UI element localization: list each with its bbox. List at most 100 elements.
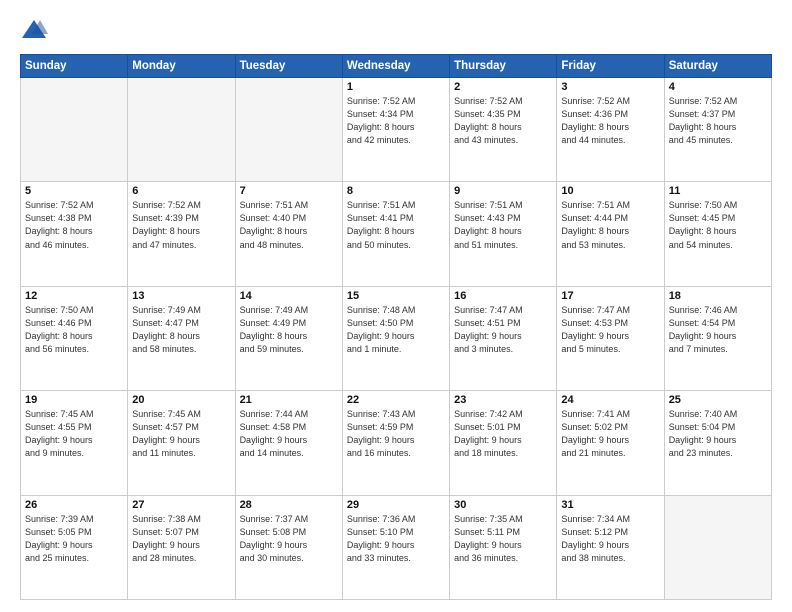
day-header-tuesday: Tuesday: [235, 55, 342, 78]
calendar-cell: 31Sunrise: 7:34 AMSunset: 5:12 PMDayligh…: [557, 495, 664, 599]
day-info: Sunrise: 7:45 AMSunset: 4:57 PMDaylight:…: [132, 408, 230, 460]
day-number: 7: [240, 185, 338, 197]
day-info: Sunrise: 7:51 AMSunset: 4:43 PMDaylight:…: [454, 199, 552, 251]
day-number: 20: [132, 394, 230, 406]
day-info: Sunrise: 7:41 AMSunset: 5:02 PMDaylight:…: [561, 408, 659, 460]
day-number: 12: [25, 290, 123, 302]
header: [20, 16, 772, 44]
day-info: Sunrise: 7:50 AMSunset: 4:45 PMDaylight:…: [669, 199, 767, 251]
day-header-thursday: Thursday: [450, 55, 557, 78]
calendar-week-5: 26Sunrise: 7:39 AMSunset: 5:05 PMDayligh…: [21, 495, 772, 599]
day-info: Sunrise: 7:52 AMSunset: 4:39 PMDaylight:…: [132, 199, 230, 251]
day-info: Sunrise: 7:51 AMSunset: 4:40 PMDaylight:…: [240, 199, 338, 251]
calendar-cell: 24 Sunrise: 7:41 AMSunset: 5:02 PMDayligh…: [557, 391, 664, 495]
day-number: 18: [669, 290, 767, 302]
calendar-cell: 12 Sunrise: 7:50 AMSunset: 4:46 PMDayligh…: [21, 286, 128, 390]
day-info: Sunrise: 7:43 AMSunset: 4:59 PMDaylight:…: [347, 408, 445, 460]
day-number: 8: [347, 185, 445, 197]
calendar-cell: 20 Sunrise: 7:45 AMSunset: 4:57 PMDayligh…: [128, 391, 235, 495]
day-info: Sunrise: 7:34 AMSunset: 5:12 PMDaylight:…: [561, 513, 659, 565]
calendar-cell: [664, 495, 771, 599]
calendar-table: SundayMondayTuesdayWednesdayThursdayFrid…: [20, 54, 772, 600]
day-info: Sunrise: 7:37 AMSunset: 5:08 PMDaylight:…: [240, 513, 338, 565]
day-info: Sunrise: 7:42 AMSunset: 5:01 PMDaylight:…: [454, 408, 552, 460]
calendar-week-4: 19 Sunrise: 7:45 AMSunset: 4:55 PMDayligh…: [21, 391, 772, 495]
day-number: 17: [561, 290, 659, 302]
day-number: 16: [454, 290, 552, 302]
calendar-cell: [128, 78, 235, 182]
day-info: Sunrise: 7:48 AMSunset: 4:50 PMDaylight:…: [347, 304, 445, 356]
calendar-cell: 6 Sunrise: 7:52 AMSunset: 4:39 PMDaylight…: [128, 182, 235, 286]
calendar-body: 1 Sunrise: 7:52 AMSunset: 4:34 PMDaylight…: [21, 78, 772, 600]
day-info: Sunrise: 7:51 AMSunset: 4:41 PMDaylight:…: [347, 199, 445, 251]
day-header-wednesday: Wednesday: [342, 55, 449, 78]
calendar-cell: 10 Sunrise: 7:51 AMSunset: 4:44 PMDayligh…: [557, 182, 664, 286]
day-number: 25: [669, 394, 767, 406]
day-info: Sunrise: 7:49 AMSunset: 4:47 PMDaylight:…: [132, 304, 230, 356]
day-number: 1: [347, 81, 445, 93]
day-info: Sunrise: 7:50 AMSunset: 4:46 PMDaylight:…: [25, 304, 123, 356]
day-info: Sunrise: 7:40 AMSunset: 5:04 PMDaylight:…: [669, 408, 767, 460]
day-number: 6: [132, 185, 230, 197]
calendar-cell: 30Sunrise: 7:35 AMSunset: 5:11 PMDayligh…: [450, 495, 557, 599]
day-header-sunday: Sunday: [21, 55, 128, 78]
day-header-monday: Monday: [128, 55, 235, 78]
logo: [20, 16, 52, 44]
day-number: 23: [454, 394, 552, 406]
calendar-cell: 25 Sunrise: 7:40 AMSunset: 5:04 PMDayligh…: [664, 391, 771, 495]
day-number: 15: [347, 290, 445, 302]
calendar-cell: 14 Sunrise: 7:49 AMSunset: 4:49 PMDayligh…: [235, 286, 342, 390]
day-header-saturday: Saturday: [664, 55, 771, 78]
calendar-cell: 5Sunrise: 7:52 AMSunset: 4:38 PMDaylight…: [21, 182, 128, 286]
calendar-header-row: SundayMondayTuesdayWednesdayThursdayFrid…: [21, 55, 772, 78]
calendar-cell: 13Sunrise: 7:49 AMSunset: 4:47 PMDayligh…: [128, 286, 235, 390]
calendar-cell: 1 Sunrise: 7:52 AMSunset: 4:34 PMDaylight…: [342, 78, 449, 182]
day-info: Sunrise: 7:44 AMSunset: 4:58 PMDaylight:…: [240, 408, 338, 460]
day-number: 19: [25, 394, 123, 406]
calendar-cell: 27 Sunrise: 7:38 AMSunset: 5:07 PMDayligh…: [128, 495, 235, 599]
calendar-cell: 26Sunrise: 7:39 AMSunset: 5:05 PMDayligh…: [21, 495, 128, 599]
day-number: 27: [132, 499, 230, 511]
calendar-cell: 15 Sunrise: 7:48 AMSunset: 4:50 PMDayligh…: [342, 286, 449, 390]
day-info: Sunrise: 7:47 AMSunset: 4:53 PMDaylight:…: [561, 304, 659, 356]
calendar-cell: 16 Sunrise: 7:47 AMSunset: 4:51 PMDayligh…: [450, 286, 557, 390]
calendar-cell: 4Sunrise: 7:52 AMSunset: 4:37 PMDaylight…: [664, 78, 771, 182]
day-info: Sunrise: 7:51 AMSunset: 4:44 PMDaylight:…: [561, 199, 659, 251]
page: SundayMondayTuesdayWednesdayThursdayFrid…: [0, 0, 792, 612]
day-number: 29: [347, 499, 445, 511]
day-info: Sunrise: 7:52 AMSunset: 4:35 PMDaylight:…: [454, 95, 552, 147]
calendar-week-1: 1 Sunrise: 7:52 AMSunset: 4:34 PMDaylight…: [21, 78, 772, 182]
day-number: 2: [454, 81, 552, 93]
day-info: Sunrise: 7:38 AMSunset: 5:07 PMDaylight:…: [132, 513, 230, 565]
calendar-cell: [21, 78, 128, 182]
day-info: Sunrise: 7:49 AMSunset: 4:49 PMDaylight:…: [240, 304, 338, 356]
day-number: 14: [240, 290, 338, 302]
day-number: 21: [240, 394, 338, 406]
calendar-cell: 7 Sunrise: 7:51 AMSunset: 4:40 PMDaylight…: [235, 182, 342, 286]
day-info: Sunrise: 7:45 AMSunset: 4:55 PMDaylight:…: [25, 408, 123, 460]
calendar-week-3: 12 Sunrise: 7:50 AMSunset: 4:46 PMDayligh…: [21, 286, 772, 390]
logo-icon: [20, 16, 48, 44]
day-info: Sunrise: 7:47 AMSunset: 4:51 PMDaylight:…: [454, 304, 552, 356]
day-number: 11: [669, 185, 767, 197]
calendar-cell: 3 Sunrise: 7:52 AMSunset: 4:36 PMDaylight…: [557, 78, 664, 182]
day-number: 10: [561, 185, 659, 197]
day-number: 22: [347, 394, 445, 406]
calendar-cell: 29Sunrise: 7:36 AMSunset: 5:10 PMDayligh…: [342, 495, 449, 599]
calendar-cell: 11 Sunrise: 7:50 AMSunset: 4:45 PMDayligh…: [664, 182, 771, 286]
day-number: 4: [669, 81, 767, 93]
day-number: 24: [561, 394, 659, 406]
day-number: 28: [240, 499, 338, 511]
day-info: Sunrise: 7:52 AMSunset: 4:36 PMDaylight:…: [561, 95, 659, 147]
calendar-cell: 19 Sunrise: 7:45 AMSunset: 4:55 PMDayligh…: [21, 391, 128, 495]
calendar-cell: 18 Sunrise: 7:46 AMSunset: 4:54 PMDayligh…: [664, 286, 771, 390]
day-info: Sunrise: 7:35 AMSunset: 5:11 PMDaylight:…: [454, 513, 552, 565]
calendar-cell: [235, 78, 342, 182]
day-header-friday: Friday: [557, 55, 664, 78]
calendar-cell: 2 Sunrise: 7:52 AMSunset: 4:35 PMDaylight…: [450, 78, 557, 182]
calendar-cell: 9Sunrise: 7:51 AMSunset: 4:43 PMDaylight…: [450, 182, 557, 286]
day-info: Sunrise: 7:52 AMSunset: 4:34 PMDaylight:…: [347, 95, 445, 147]
calendar-cell: 22 Sunrise: 7:43 AMSunset: 4:59 PMDayligh…: [342, 391, 449, 495]
day-number: 3: [561, 81, 659, 93]
day-info: Sunrise: 7:46 AMSunset: 4:54 PMDaylight:…: [669, 304, 767, 356]
